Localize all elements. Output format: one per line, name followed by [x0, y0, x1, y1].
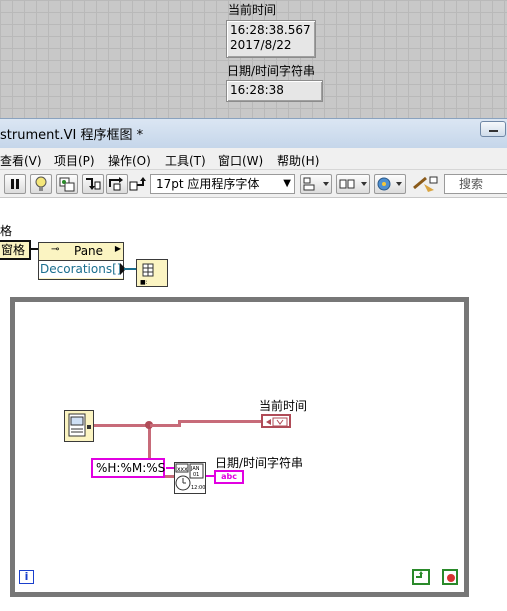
timestamp-wire-1 [94, 424, 150, 427]
current-time-indicator[interactable] [261, 414, 291, 428]
menu-window[interactable]: 窗口(W) [218, 152, 263, 169]
current-time-value-line1: 16:28:38.567 [230, 23, 311, 37]
format-string-constant[interactable]: %H:%M:%S [91, 458, 165, 478]
datetime-string-indicator-label: 日期/时间字符串 [215, 456, 304, 470]
loop-stop-terminal[interactable] [412, 569, 430, 585]
current-time-indicator-label: 当前时间 [259, 399, 308, 413]
highlight-execution-button[interactable] [30, 174, 52, 194]
property-node-title: Pane [74, 244, 104, 258]
search-placeholder: 搜索 [459, 177, 484, 191]
get-date-time-node[interactable] [64, 410, 94, 442]
reorder-icon [377, 177, 402, 191]
retain-values-icon [59, 177, 75, 192]
step-into-icon [86, 178, 101, 190]
reference-arrow-icon: ⊸ [51, 244, 60, 255]
side-label: 格 [0, 224, 13, 238]
loop-iteration-label: i [24, 570, 29, 583]
current-time-label: 当前时间 [228, 3, 277, 17]
svg-text:12:00: 12:00 [191, 485, 205, 491]
font-select-value: 17pt 应用程序字体 [156, 177, 260, 191]
string-terminal-text: abc [221, 472, 237, 481]
pane-reference[interactable]: 窗格 [0, 240, 31, 260]
menu-view[interactable]: 查看(V) [0, 152, 42, 169]
datetime-string-indicator[interactable]: abc [214, 470, 244, 484]
format-string-value: %H:%M:%S [96, 461, 166, 475]
timestamp-wire-3 [150, 424, 180, 427]
svg-text:■:: ■: [140, 279, 148, 286]
datetime-string-label: 日期/时间字符串 [227, 64, 316, 78]
clock-calendar-icon [68, 413, 91, 437]
format-date-time-string-node[interactable]: xxx JAN 01 12:00 [174, 462, 206, 494]
step-out-icon [129, 177, 146, 191]
loop-iteration-terminal[interactable]: i [19, 570, 34, 584]
distribute-icon [339, 179, 367, 189]
step-over-icon [109, 177, 123, 191]
property-node[interactable]: ⊸ Pane ▶ Decorations[] [38, 242, 124, 280]
pause-button[interactable] [4, 174, 26, 194]
menu-tools[interactable]: 工具(T) [165, 152, 206, 169]
minimize-button[interactable] [480, 121, 506, 137]
align-icon [303, 177, 329, 191]
cleanup-diagram-button[interactable] [410, 174, 440, 194]
chevron-down-icon: ▼ [283, 178, 291, 189]
timestamp-wire-5 [178, 420, 262, 423]
stop-condition-icon [416, 571, 423, 578]
retain-wire-values-button[interactable] [56, 174, 78, 194]
property-node-header: ⊸ Pane ▶ [39, 243, 123, 261]
lightbulb-icon [35, 176, 47, 191]
cleanup-broom-icon [413, 176, 438, 192]
pane-reference-label: 窗格 [1, 243, 26, 257]
step-out-button[interactable] [128, 176, 148, 194]
front-panel: 当前时间 16:28:38.567 2017/8/22 日期/时间字符串 16:… [0, 0, 507, 118]
datetime-string-display[interactable]: 16:28:38 [226, 80, 323, 102]
menu-help[interactable]: 帮助(H) [277, 152, 319, 169]
loop-stop-button-icon[interactable] [442, 569, 458, 585]
search-input[interactable]: 搜索 [444, 174, 507, 194]
array-index-icon: ■: [140, 263, 154, 286]
while-loop[interactable] [10, 297, 469, 597]
current-time-value-line2: 2017/8/22 [230, 38, 292, 52]
svg-text:xxx: xxx [177, 466, 188, 473]
menu-project[interactable]: 项目(P) [54, 152, 95, 169]
timestamp-indicator-icon [266, 417, 288, 427]
step-over-button[interactable] [106, 174, 128, 194]
index-array-node[interactable]: ■: [136, 259, 168, 287]
align-objects-button[interactable] [300, 174, 332, 194]
minimize-icon [489, 130, 498, 132]
reorder-button[interactable] [374, 174, 406, 194]
property-node-output-arrow: ▶ [114, 244, 121, 253]
property-node-row[interactable]: Decorations[] [39, 261, 123, 278]
font-select[interactable]: 17pt 应用程序字体 ▼ [150, 174, 295, 194]
distribute-objects-button[interactable] [336, 174, 370, 194]
stop-icon [442, 569, 458, 585]
menu-operate[interactable]: 操作(O) [108, 152, 151, 169]
step-into-button[interactable] [82, 174, 104, 194]
format-datetime-icon: xxx JAN0112:00 [175, 463, 205, 491]
window-title: strument.VI 程序框图 * [0, 128, 144, 143]
svg-text:01: 01 [193, 472, 199, 478]
property-node-item: Decorations[] [40, 262, 122, 276]
current-time-display[interactable]: 16:28:38.567 2017/8/22 [226, 20, 316, 58]
pause-icon [11, 179, 19, 189]
